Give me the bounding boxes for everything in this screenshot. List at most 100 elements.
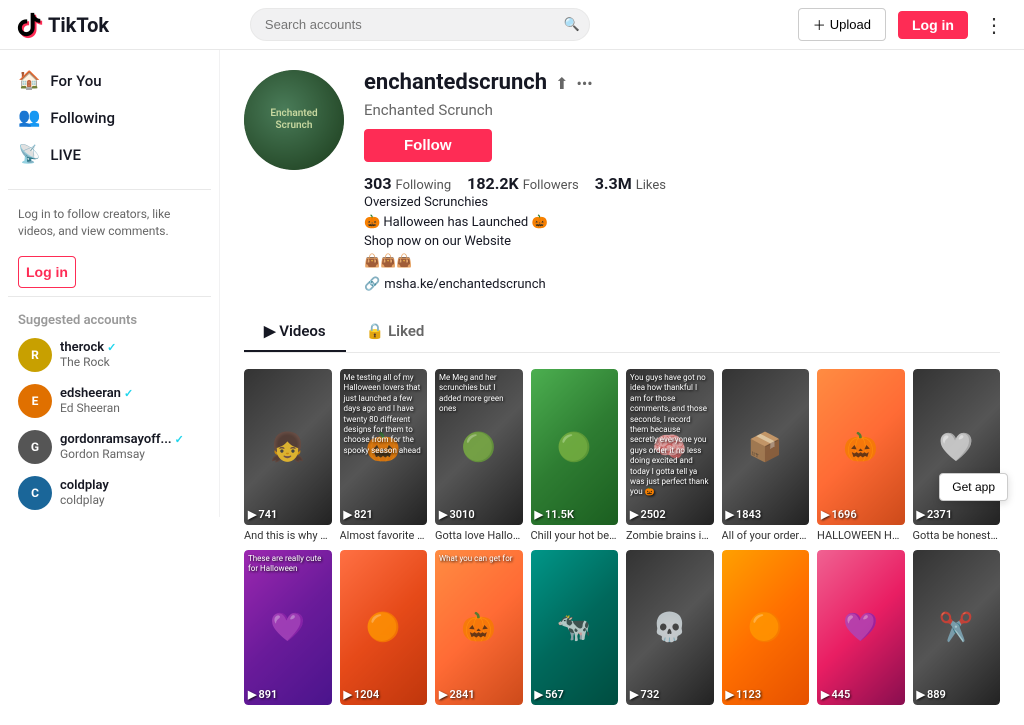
sidebar: 🏠 For You 👥 Following 📡 LIVE Log in to f… — [0, 50, 220, 517]
sidebar-for-you-label: For You — [50, 72, 101, 90]
scrunchie-emoji-8: 🤍 — [939, 430, 974, 463]
profile-actions: Follow — [364, 129, 1000, 162]
sidebar-nav: 🏠 For You 👥 Following 📡 LIVE — [8, 62, 211, 173]
play-icon: ▶ — [917, 688, 925, 701]
video-title-8: Gotta be honest these a... — [913, 529, 1001, 542]
bio-line3: Shop now on our Website — [364, 232, 1000, 252]
video-card-7[interactable]: 🎃 ▶ 1696 HALLOWEEN HAS LAU... — [817, 369, 905, 542]
main-content: Enchanted Scrunch enchantedscrunch ⬆ •••… — [220, 50, 1024, 725]
search-input[interactable] — [250, 8, 590, 41]
tiktok-logo-icon — [16, 11, 44, 39]
play-count-14: ▶ 1123 — [726, 688, 762, 701]
video-card-11[interactable]: 🎃 What you can get for ▶ 2841 — [435, 550, 523, 706]
play-icon: ▶ — [726, 688, 734, 701]
video-card-3[interactable]: 🟢 Me Meg and her scrunchies but I added … — [435, 369, 523, 542]
likes-label: Likes — [636, 178, 666, 193]
upload-button[interactable]: ＋ Upload — [798, 8, 886, 41]
tab-videos[interactable]: ▶ Videos — [244, 312, 346, 352]
sidebar-login-message: Log in to follow creators, like videos, … — [8, 198, 211, 248]
sidebar-item-following[interactable]: 👥 Following — [8, 99, 211, 136]
suggested-account-edsheeran[interactable]: E edsheeran ✓ Ed Sheeran — [8, 378, 211, 424]
header: TikTok 🔍 ＋ Upload Log in ⋮ — [0, 0, 1024, 50]
tabs: ▶ Videos 🔒 Liked — [244, 312, 1000, 353]
search-bar: 🔍 — [250, 8, 590, 41]
suggested-account-gordonramsay[interactable]: G gordonramsayoff... ✓ Gordon Ramsay — [8, 424, 211, 470]
profile-link[interactable]: 🔗 msha.ke/enchantedscrunch — [364, 277, 1000, 292]
play-icon: ▶ — [439, 688, 447, 701]
video-card-12[interactable]: 🐄 ▶ 567 — [531, 550, 619, 706]
video-card-1[interactable]: 👧 ▶ 741 And this is why my siste... — [244, 369, 332, 542]
bio: Oversized Scrunchies 🎃 Halloween has Lau… — [364, 193, 1000, 271]
video-card-8[interactable]: 🤍 ▶ 2371 Gotta be honest these a... — [913, 369, 1001, 542]
search-icon: 🔍 — [564, 17, 580, 32]
profile-avatar: Enchanted Scrunch — [244, 70, 344, 170]
tab-liked[interactable]: 🔒 Liked — [346, 312, 445, 352]
following-icon: 👥 — [18, 107, 40, 128]
video-thumb-7: 🎃 ▶ 1696 — [817, 369, 905, 525]
more-options-profile-icon[interactable]: ••• — [576, 74, 592, 93]
video-thumb-15: 💜 ▶ 445 — [817, 550, 905, 706]
video-overlay-text: These are really cute for Halloween — [244, 550, 332, 706]
video-thumb-4: 🟢 ▶ 11.5K — [531, 369, 619, 525]
video-card-5[interactable]: 🧠 You guys have got no idea how thankful… — [626, 369, 714, 542]
video-title-5: Zombie brains in your h... — [626, 529, 714, 542]
video-card-13[interactable]: 💀 ▶ 732 — [626, 550, 714, 706]
username-edsheeran: edsheeran ✓ — [60, 386, 133, 401]
username-gordonramsay: gordonramsayoff... ✓ — [60, 432, 184, 447]
video-card-10[interactable]: 🟠 ▶ 1204 — [340, 550, 428, 706]
play-icon: ▶ — [535, 688, 543, 701]
more-options-icon[interactable]: ⋮ — [980, 9, 1008, 41]
username-therock: therock ✓ — [60, 340, 116, 355]
video-card-14[interactable]: 🟠 ▶ 1123 — [722, 550, 810, 706]
video-thumb-8: 🤍 ▶ 2371 — [913, 369, 1001, 525]
likes-count: 3.3M — [595, 174, 632, 193]
scrunchie-emoji-13: 💀 — [652, 611, 687, 644]
avatar-edsheeran: E — [18, 384, 52, 418]
video-overlay-text: Me testing all of my Halloween lovers th… — [340, 369, 428, 525]
follow-button[interactable]: Follow — [364, 129, 492, 162]
share-icon[interactable]: ⬆ — [555, 74, 568, 93]
play-icon: ▶ — [248, 688, 256, 701]
link-icon: 🔗 — [364, 277, 380, 292]
stats-row: 303 Following 182.2K Followers 3.3M Like… — [364, 174, 1000, 193]
video-title-4: Chill your hot beans ove... — [531, 529, 619, 542]
bio-line1: Oversized Scrunchies — [364, 193, 1000, 213]
sidebar-following-label: Following — [50, 109, 115, 127]
suggested-accounts-title: Suggested accounts — [8, 305, 211, 332]
video-overlay-text: You guys have got no idea how thankful I… — [626, 369, 714, 525]
video-card-4[interactable]: 🟢 ▶ 11.5K Chill your hot beans ove... — [531, 369, 619, 542]
sidebar-login-button[interactable]: Log in — [18, 256, 76, 288]
profile-display-name: Enchanted Scrunch — [364, 101, 1000, 119]
profile-link-text: msha.ke/enchantedscrunch — [384, 277, 545, 292]
video-card-16[interactable]: ✂️ ▶ 889 — [913, 550, 1001, 706]
get-app-button[interactable]: Get app — [939, 473, 1008, 501]
play-icon: ▶ — [726, 508, 734, 521]
suggested-account-coldplay[interactable]: C coldplay coldplay — [8, 470, 211, 516]
video-card-2[interactable]: 🎃 Me testing all of my Halloween lovers … — [340, 369, 428, 542]
play-count-13: ▶ 732 — [630, 688, 659, 701]
video-thumb-5: 🧠 You guys have got no idea how thankful… — [626, 369, 714, 525]
video-card-6[interactable]: 📦 ▶ 1843 All of your orders today ... — [722, 369, 810, 542]
upload-label: Upload — [830, 17, 871, 32]
live-icon: 📡 — [18, 144, 40, 165]
lock-icon: 🔒 — [366, 322, 385, 340]
logo[interactable]: TikTok — [16, 11, 146, 39]
suggested-account-therock[interactable]: R therock ✓ The Rock — [8, 332, 211, 378]
play-icon: ▶ — [535, 508, 543, 521]
display-coldplay: coldplay — [60, 493, 109, 507]
scrunchie-emoji-7: 🎃 — [843, 430, 878, 463]
video-thumb-3: 🟢 Me Meg and her scrunchies but I added … — [435, 369, 523, 525]
play-icon: ▶ — [630, 508, 638, 521]
sidebar-item-live[interactable]: 📡 LIVE — [8, 136, 211, 173]
videos-tab-label: Videos — [279, 322, 325, 340]
following-count: 303 — [364, 174, 392, 193]
play-count-16: ▶ 889 — [917, 688, 946, 701]
login-button[interactable]: Log in — [898, 11, 968, 39]
sidebar-item-for-you[interactable]: 🏠 For You — [8, 62, 211, 99]
video-card-9[interactable]: 💜 These are really cute for Halloween ▶ … — [244, 550, 332, 706]
video-card-15[interactable]: 💜 ▶ 445 — [817, 550, 905, 706]
stat-followers: 182.2K Followers — [467, 174, 579, 193]
followers-count: 182.2K — [467, 174, 519, 193]
play-count-11: ▶ 2841 — [439, 688, 475, 701]
display-therock: The Rock — [60, 355, 116, 369]
